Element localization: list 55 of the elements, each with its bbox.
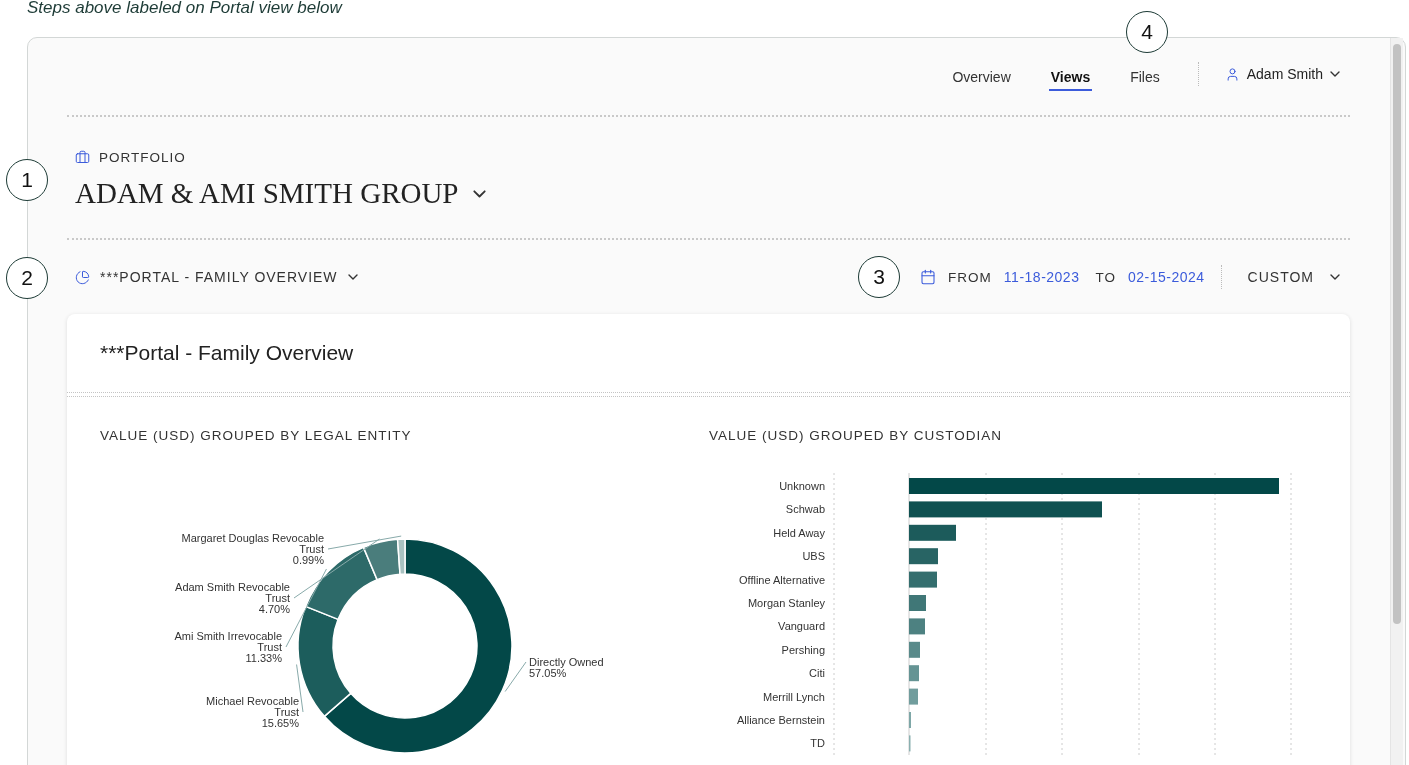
pie-chart-icon bbox=[75, 269, 90, 285]
portfolio-selector[interactable]: ADAM & AMI SMITH GROUP bbox=[75, 177, 1350, 210]
from-label: FROM bbox=[948, 269, 992, 285]
slice-label: Directly Owned 57.05% bbox=[529, 656, 604, 679]
card-title: ***Portal - Family Overview bbox=[99, 340, 355, 366]
to-label: TO bbox=[1095, 269, 1116, 285]
bar bbox=[909, 641, 920, 658]
user-menu[interactable]: Adam Smith bbox=[1224, 66, 1340, 82]
bar bbox=[909, 665, 919, 682]
step-marker: 4 bbox=[1126, 11, 1168, 53]
bar-label: Offline Alternative bbox=[739, 573, 825, 586]
leader-line bbox=[504, 661, 527, 693]
bar-label: Citi bbox=[809, 667, 825, 680]
bar bbox=[909, 548, 938, 565]
bar-label: Held Away bbox=[773, 526, 825, 539]
range-preset-dropdown[interactable]: CUSTOM bbox=[1247, 269, 1340, 285]
scrollbar-thumb[interactable] bbox=[1393, 44, 1401, 624]
from-date[interactable]: 11-18-2023 bbox=[1003, 269, 1080, 285]
chevron-down-icon bbox=[472, 189, 486, 198]
bar-label: Unknown bbox=[779, 480, 825, 492]
slice-label: Adam Smith Revocable Trust 4.70% bbox=[175, 581, 290, 615]
bar-label: Schwab bbox=[785, 503, 825, 516]
chevron-down-icon bbox=[1330, 71, 1340, 77]
calendar-icon bbox=[920, 269, 937, 285]
bar bbox=[909, 595, 926, 611]
bar bbox=[909, 524, 956, 541]
chevron-down-icon bbox=[347, 274, 358, 280]
caption: Steps above labeled on Portal view below bbox=[27, 0, 344, 18]
bar bbox=[909, 571, 937, 588]
chevron-down-icon bbox=[1330, 274, 1340, 280]
slice-label: Margaret Douglas Revocable Trust 0.99% bbox=[181, 532, 324, 566]
bar-label: Vanguard bbox=[778, 620, 825, 633]
bar-label: Pershing bbox=[781, 643, 825, 656]
step-marker: 3 bbox=[858, 256, 901, 298]
chart-title: VALUE (USD) GROUPED BY CUSTODIAN bbox=[709, 427, 1004, 445]
nav-tab[interactable]: Views bbox=[1048, 64, 1093, 91]
bar bbox=[909, 618, 925, 635]
view-selector[interactable]: ***PORTAL - FAMILY OVERVIEW bbox=[75, 269, 358, 285]
bar-label: UBS bbox=[802, 550, 825, 563]
to-date[interactable]: 02-15-2024 bbox=[1127, 269, 1205, 285]
portfolio-label: PORTFOLIO bbox=[99, 150, 186, 165]
step-marker: 1 bbox=[6, 159, 48, 201]
briefcase-icon bbox=[75, 150, 90, 165]
bar bbox=[909, 688, 918, 705]
bar-label: Alliance Bernstein bbox=[736, 714, 825, 726]
chart-title: VALUE (USD) GROUPED BY LEGAL ENTITY bbox=[100, 427, 413, 445]
user-icon bbox=[1224, 66, 1240, 82]
bar-label: Morgan Stanley bbox=[747, 597, 825, 609]
bar-label: TD bbox=[810, 737, 825, 750]
nav-tab[interactable]: Files bbox=[1128, 64, 1162, 91]
bar-label: Merrill Lynch bbox=[763, 690, 825, 703]
nav-tab[interactable]: Overview bbox=[950, 64, 1013, 91]
slice-label: Michael Revocable Trust 15.65% bbox=[206, 695, 299, 729]
step-marker: 2 bbox=[6, 257, 48, 299]
slice-label: Ami Smith Irrevocable Trust 11.33% bbox=[174, 630, 282, 664]
